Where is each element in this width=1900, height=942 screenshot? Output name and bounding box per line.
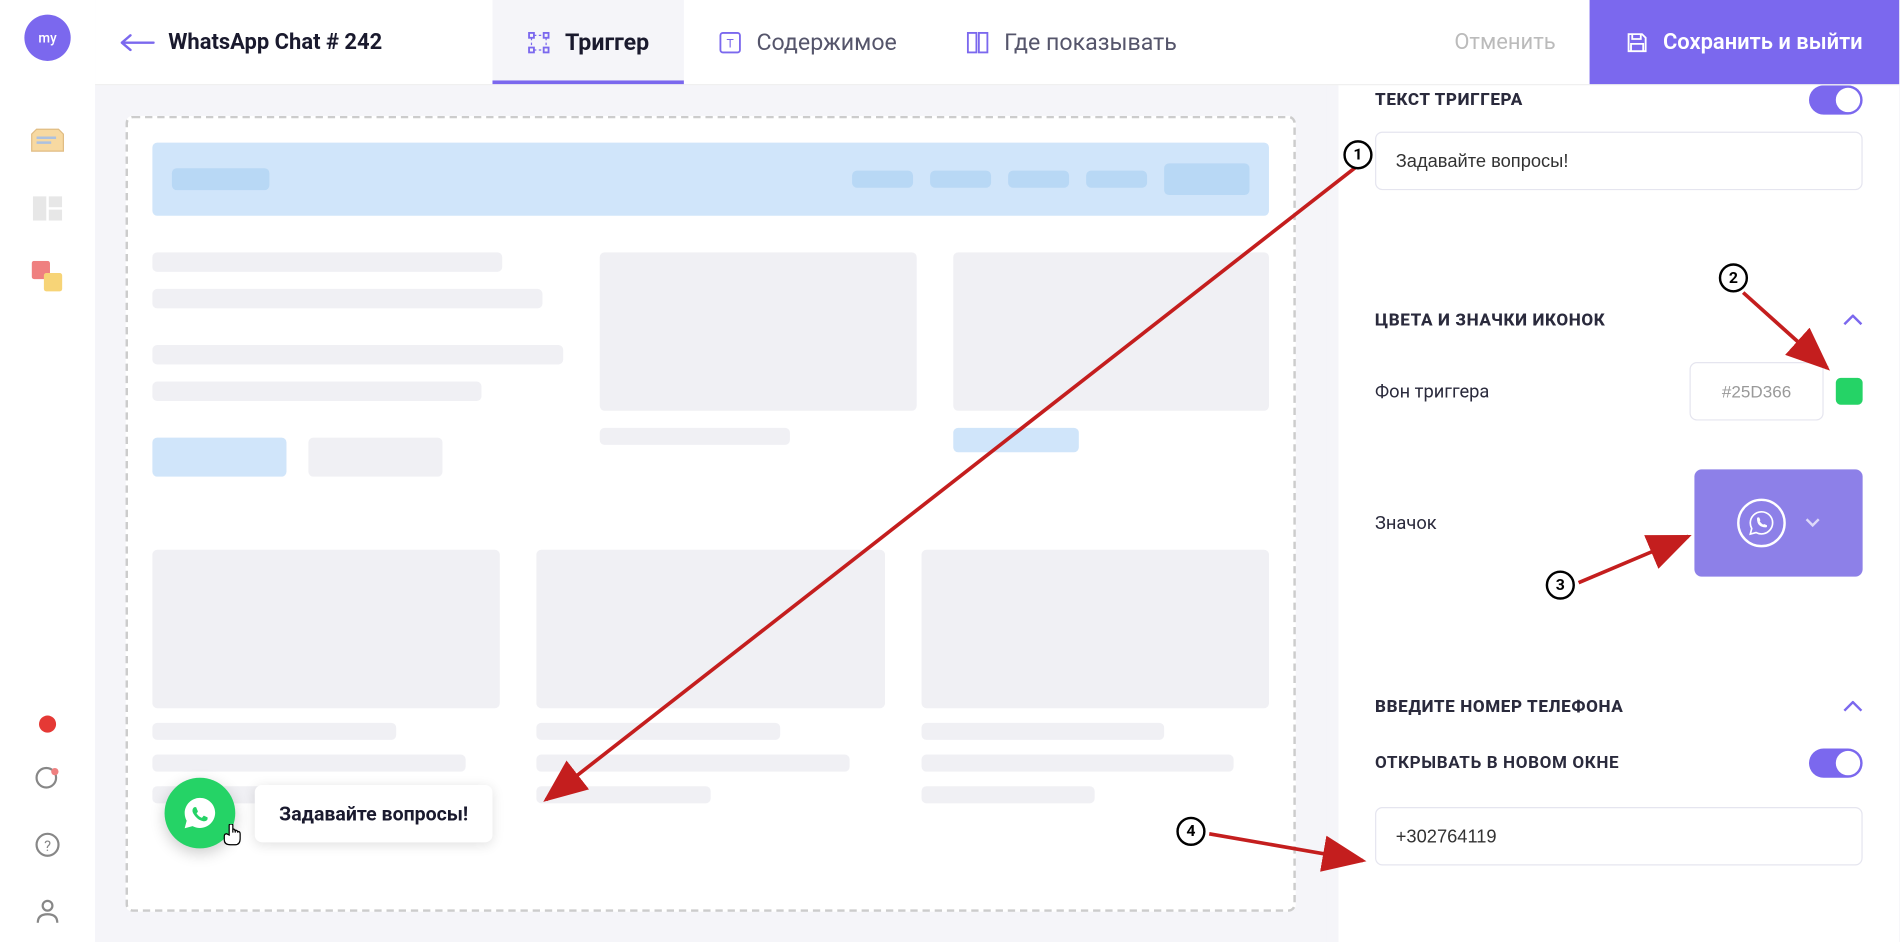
save-label: Сохранить и выйти: [1663, 29, 1863, 55]
left-sidebar: my ?: [0, 0, 95, 942]
new-window-label: ОТКРЫВАТЬ В НОВОМ ОКНЕ: [1375, 753, 1619, 773]
bg-color-swatch[interactable]: [1836, 378, 1863, 405]
alert-icon[interactable]: [39, 716, 56, 733]
whatsapp-icon: [182, 795, 219, 832]
whatsapp-label: Задавайте вопросы!: [255, 784, 493, 841]
canvas-area: Задавайте вопросы!: [95, 85, 1326, 942]
phone-title: ВВЕДИТЕ НОМЕР ТЕЛЕФОНА: [1375, 697, 1623, 717]
trigger-icon: [526, 30, 550, 54]
chevron-down-icon: [1805, 514, 1820, 532]
phone-input[interactable]: [1375, 807, 1863, 866]
page-title: WhatsApp Chat # 242: [168, 29, 382, 55]
tab-label: Где показывать: [1004, 28, 1177, 56]
icon-label: Значок: [1375, 512, 1437, 534]
whatsapp-bubble[interactable]: [165, 778, 236, 849]
shapes-icon[interactable]: [28, 257, 67, 296]
colors-title: ЦВЕТА И ЗНАЧКИ ИКОНОК: [1375, 310, 1605, 330]
new-window-toggle[interactable]: [1809, 748, 1863, 777]
tab-label: Триггер: [565, 28, 649, 56]
canvas-frame[interactable]: Задавайте вопросы!: [126, 116, 1296, 912]
collapse-icon[interactable]: [1843, 694, 1863, 720]
tab-trigger[interactable]: Триггер: [492, 0, 683, 84]
bg-color-input[interactable]: [1690, 362, 1824, 421]
layout-icon[interactable]: [28, 189, 67, 228]
content-icon: T: [717, 30, 741, 54]
save-icon: [1626, 31, 1648, 53]
save-button[interactable]: Сохранить и выйти: [1590, 0, 1899, 84]
mock-topbar: [152, 143, 1269, 216]
trigger-text-toggle[interactable]: [1809, 85, 1863, 114]
collapse-icon[interactable]: [1843, 307, 1863, 333]
tab-where[interactable]: Где показывать: [931, 0, 1211, 84]
whatsapp-icon: [1737, 499, 1786, 548]
tab-content[interactable]: T Содержимое: [683, 0, 931, 84]
templates-icon[interactable]: [28, 121, 67, 160]
whatsapp-widget[interactable]: Задавайте вопросы!: [165, 778, 493, 849]
cancel-button[interactable]: Отменить: [1420, 29, 1590, 55]
chat-icon[interactable]: [28, 759, 67, 798]
right-panel: ТЕКСТ ТРИГГЕРА ЦВЕТА И ЗНАЧКИ ИКОНОК Фон…: [1338, 85, 1899, 942]
trigger-text-input[interactable]: [1375, 132, 1863, 191]
svg-text:?: ?: [44, 837, 51, 855]
user-icon[interactable]: [28, 891, 67, 930]
back-button[interactable]: [95, 34, 156, 51]
tab-label: Содержимое: [756, 28, 896, 56]
avatar[interactable]: my: [24, 15, 70, 61]
svg-text:T: T: [726, 36, 733, 50]
trigger-text-title: ТЕКСТ ТРИГГЕРА: [1375, 90, 1523, 110]
header: WhatsApp Chat # 242 Триггер T Содержимое…: [95, 0, 1899, 85]
bg-label: Фон триггера: [1375, 380, 1489, 402]
cursor-icon: [223, 824, 243, 851]
where-icon: [965, 30, 989, 54]
icon-picker[interactable]: [1694, 469, 1862, 576]
help-icon[interactable]: ?: [28, 825, 67, 864]
